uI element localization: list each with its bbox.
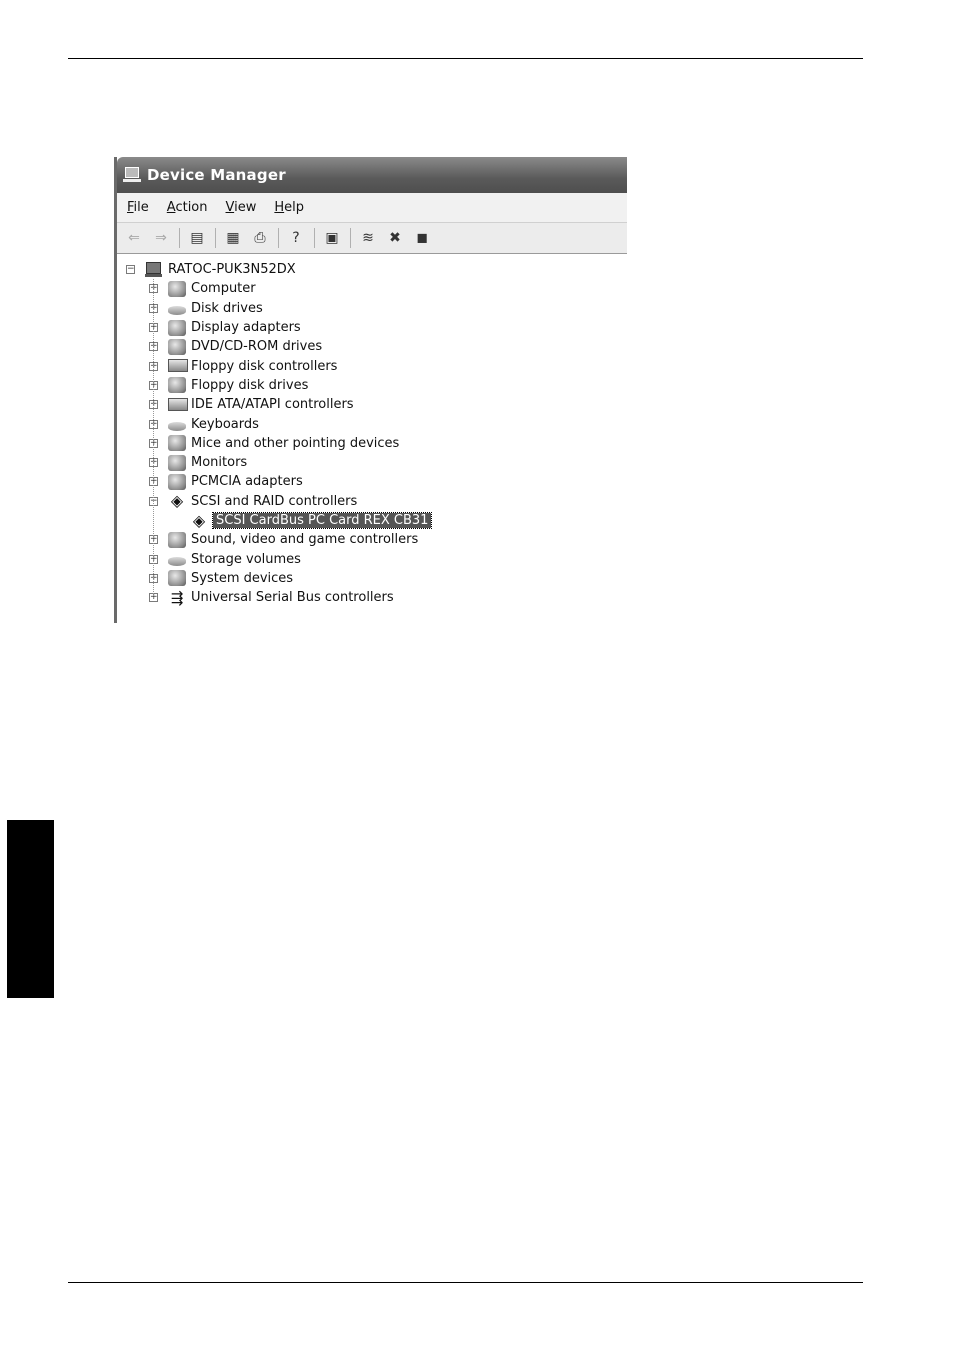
device-manager-icon xyxy=(123,167,141,183)
toolbar-separator xyxy=(278,228,279,248)
tree-category[interactable]: − ◈ SCSI and RAID controllers xyxy=(117,492,627,511)
disable-icon[interactable]: ◼ xyxy=(411,228,433,248)
tree-device[interactable]: ◈ SCSI CardBus PC Card REX CB31 xyxy=(117,511,627,530)
tree-category[interactable]: + DVD/CD-ROM drives xyxy=(117,337,627,356)
menu-help[interactable]: Help xyxy=(274,200,304,215)
tree-connector-line xyxy=(153,279,154,598)
tree-category[interactable]: + Computer xyxy=(117,279,627,298)
display-adapter-icon xyxy=(168,319,186,336)
tree-item-label: Disk drives xyxy=(191,300,263,316)
toolbar: ⇐ ⇒ ▤ ▦ ⎙? ▣ ≋ ✖ ◼ xyxy=(117,223,627,254)
tree-item-label: Keyboards xyxy=(191,416,259,432)
properties-icon[interactable]: ▦ xyxy=(222,228,244,248)
computer-icon-root xyxy=(145,261,163,278)
toolbar-separator xyxy=(314,228,315,248)
tree-item-label: Mice and other pointing devices xyxy=(191,435,400,451)
footer-rule xyxy=(68,1282,863,1283)
menu-bar: File Action View Help xyxy=(117,193,627,223)
tree-category[interactable]: + PCMCIA adapters xyxy=(117,472,627,491)
tree-item-label: SCSI CardBus PC Card REX CB31 xyxy=(211,512,433,529)
tree-category[interactable]: + Display adapters xyxy=(117,318,627,337)
scsi-icon: ◈ xyxy=(170,491,184,511)
disk-drive-icon xyxy=(168,305,186,315)
sound-icon xyxy=(168,531,186,548)
scsi-device-icon: ◈ xyxy=(192,510,206,530)
tree-item-label: RATOC-PUK3N52DX xyxy=(168,262,296,278)
print-icon[interactable]: ⎙ xyxy=(249,228,271,248)
tree-category[interactable]: + Monitors xyxy=(117,453,627,472)
collapse-icon[interactable]: − xyxy=(126,265,135,275)
tree-item-label: Floppy disk drives xyxy=(191,377,309,393)
tree-category[interactable]: + Sound, video and game controllers xyxy=(117,530,627,549)
floppy-controller-icon xyxy=(168,359,188,373)
tree-item-label: Display adapters xyxy=(191,320,301,336)
usb-icon: ⇶ xyxy=(170,588,184,607)
tree-item-label: Computer xyxy=(191,281,256,297)
toolbar-separator xyxy=(215,228,216,248)
tree-item-label: Storage volumes xyxy=(191,551,301,567)
side-thumb-tab xyxy=(7,820,54,998)
tree-category[interactable]: + Disk drives xyxy=(117,299,627,318)
header-rule xyxy=(68,58,863,59)
help-icon[interactable]: ? xyxy=(285,228,307,248)
menu-view[interactable]: View xyxy=(226,200,257,215)
forward-arrow-icon[interactable]: ⇒ xyxy=(150,228,172,248)
computer-icon xyxy=(168,280,186,297)
monitor-icon xyxy=(168,454,186,471)
window-title: Device Manager xyxy=(147,166,286,184)
tree-root-computer[interactable]: − RATOC-PUK3N52DX xyxy=(117,260,627,279)
tree-category[interactable]: + System devices xyxy=(117,569,627,588)
tree-item-label: Universal Serial Bus controllers xyxy=(191,590,394,606)
toolbar-separator xyxy=(179,228,180,248)
tree-item-label: Floppy disk controllers xyxy=(191,358,338,374)
storage-volume-icon xyxy=(168,556,186,566)
device-manager-window: Device Manager File Action View Help ⇐ ⇒ ▤ ▦ ⎙?… xyxy=(114,157,627,623)
pcmcia-icon xyxy=(168,473,186,490)
scan-hardware-icon[interactable]: ▣ xyxy=(321,228,343,248)
tree-item-label: Monitors xyxy=(191,455,248,471)
tree-category[interactable]: + Keyboards xyxy=(117,414,627,433)
tree-category[interactable]: + IDE ATA/ATAPI controllers xyxy=(117,395,627,414)
device-tree: − RATOC-PUK3N52DX + Computer + Disk drives + Di… xyxy=(117,254,627,607)
tree-category[interactable]: + ⇶ Universal Serial Bus controllers xyxy=(117,588,627,607)
uninstall-icon[interactable]: ✖ xyxy=(384,228,406,248)
tree-item-label: SCSI and RAID controllers xyxy=(191,493,358,509)
keyboard-icon xyxy=(168,421,186,431)
tree-category[interactable]: + Mice and other pointing devices xyxy=(117,434,627,453)
ide-controller-icon xyxy=(168,398,188,412)
back-arrow-icon[interactable]: ⇐ xyxy=(123,228,145,248)
toolbar-separator xyxy=(350,228,351,248)
tree-item-label: IDE ATA/ATAPI controllers xyxy=(191,397,354,413)
mouse-icon xyxy=(168,435,186,452)
tree-category[interactable]: + Floppy disk controllers xyxy=(117,356,627,375)
tree-item-label: DVD/CD-ROM drives xyxy=(191,339,323,355)
tree-item-label: Sound, video and game controllers xyxy=(191,532,419,548)
floppy-drive-icon xyxy=(168,377,186,394)
show-hide-console-tree-icon[interactable]: ▤ xyxy=(186,228,208,248)
tree-item-label: System devices xyxy=(191,570,294,586)
title-bar[interactable]: Device Manager xyxy=(117,157,627,193)
system-device-icon xyxy=(168,570,186,587)
menu-file[interactable]: File xyxy=(127,200,149,215)
tree-item-label: PCMCIA adapters xyxy=(191,474,303,490)
menu-action[interactable]: Action xyxy=(167,200,208,215)
update-driver-icon[interactable]: ≋ xyxy=(357,228,379,248)
dvd-drive-icon xyxy=(168,338,186,355)
tree-category[interactable]: + Floppy disk drives xyxy=(117,376,627,395)
tree-category[interactable]: + Storage volumes xyxy=(117,549,627,568)
